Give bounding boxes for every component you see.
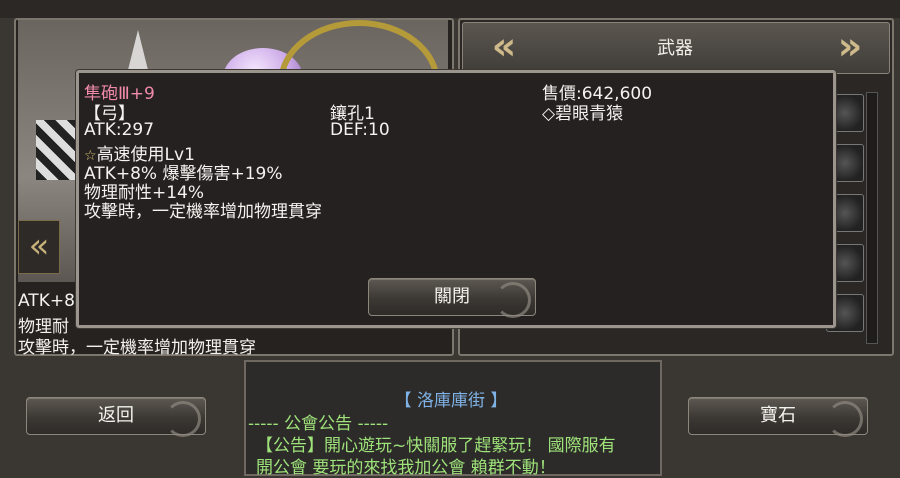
item-source: ◇碧眼青猿 xyxy=(542,104,624,124)
close-button[interactable]: 關閉 xyxy=(368,278,536,318)
location-title: 【 洛庫庫街 】 xyxy=(394,391,508,411)
item-atk: ATK:297 xyxy=(84,120,155,140)
item-def: DEF:10 xyxy=(330,120,390,140)
effect-line: 攻擊時，一定機率增加物理貫穿 xyxy=(18,338,256,358)
category-title: 武器 xyxy=(657,38,693,59)
close-button-label: 關閉 xyxy=(434,286,470,307)
double-chevron-left-icon[interactable]: « xyxy=(478,27,530,65)
gem-button-label: 寶石 xyxy=(760,405,796,426)
guild-notice-2: 開公會 要玩的來找我加公會 賴群不動！ xyxy=(256,458,556,478)
back-button-label: 返回 xyxy=(98,405,134,426)
stat-line: ATK+8 xyxy=(18,291,75,311)
swirl-icon xyxy=(827,401,863,437)
gem-button[interactable]: 寶石 xyxy=(688,397,868,437)
double-chevron-right-icon[interactable]: » xyxy=(824,27,876,65)
checker-pattern xyxy=(36,120,76,180)
inventory-scrollbar[interactable] xyxy=(866,92,878,344)
swirl-icon xyxy=(495,282,531,318)
scene-prev-arrow-icon[interactable]: « xyxy=(18,220,60,274)
back-button[interactable]: 返回 xyxy=(26,397,206,437)
item-bonus-3: 攻擊時，一定機率增加物理貫穿 xyxy=(84,202,322,222)
top-strip xyxy=(0,0,900,18)
swirl-icon xyxy=(165,401,201,437)
